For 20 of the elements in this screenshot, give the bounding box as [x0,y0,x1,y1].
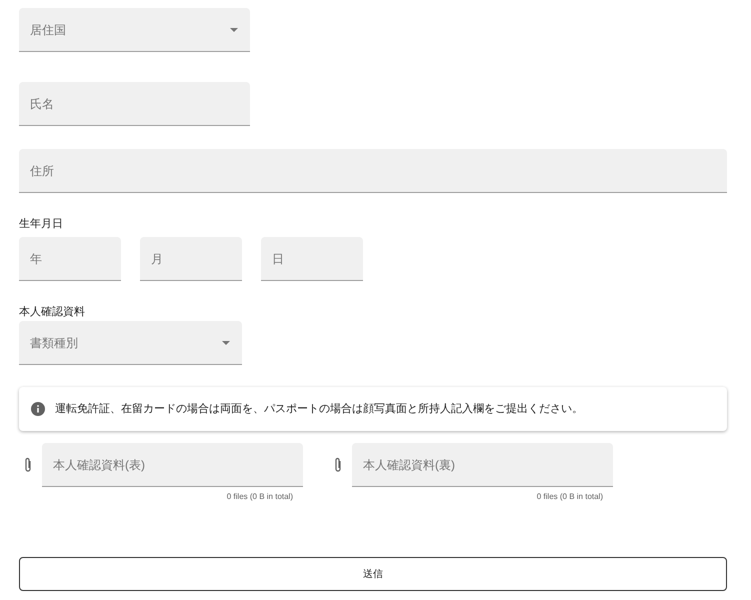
document-type-select[interactable]: 書類種別 [19,321,242,365]
name-field[interactable]: 氏名 [19,82,250,126]
field-label: 本人確認資料 [19,305,86,319]
submit-button[interactable]: 送信 [19,557,727,591]
paperclip-icon[interactable] [333,457,343,473]
notice-text: 運転免許証、在留カードの場合は両面を、パスポートの場合は顔写真面と所持人記入欄をご提出ください。 [55,402,583,417]
file-upload-field[interactable]: 本人確認資料(裏) [352,443,613,487]
file-count-hint: 0 files (0 B in total) [536,491,603,503]
field-label: 生年月日 [19,217,64,231]
file-upload-field[interactable]: 本人確認資料(表) [42,443,303,487]
paperclip-icon[interactable] [23,457,33,473]
file-count-hint: 0 files (0 B in total) [226,491,293,503]
date-field[interactable]: 日 [261,237,363,281]
dropdown-arrow-icon [222,340,230,344]
country-select[interactable]: 居住国 [19,8,250,52]
date-field[interactable]: 年 [19,237,121,281]
address-field[interactable]: 住所 [19,149,727,193]
dropdown-arrow-icon [230,28,238,32]
info-icon [31,402,45,416]
date-field[interactable]: 月 [140,237,242,281]
